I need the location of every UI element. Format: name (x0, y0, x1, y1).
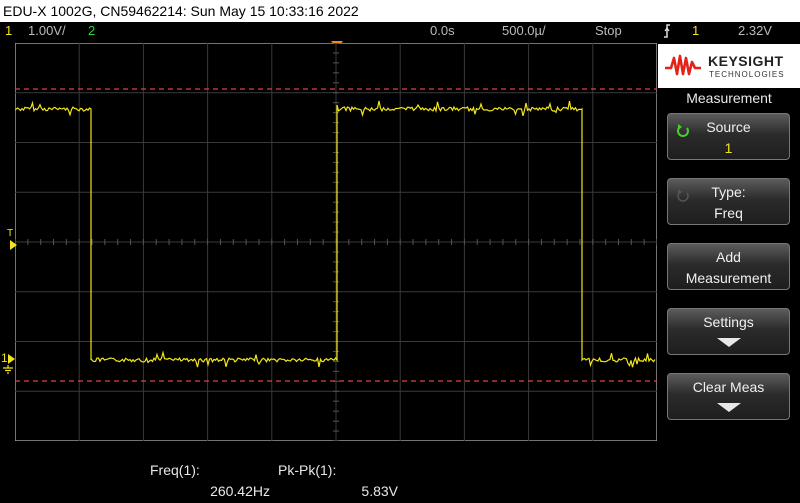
clear-meas-label: Clear Meas (692, 379, 765, 395)
keysight-wave-icon (665, 54, 701, 76)
ground-symbol-icon (3, 365, 13, 374)
trigger-marker-label: T (7, 228, 14, 239)
ground-marker-label: 1 (1, 351, 8, 365)
trigger-channel[interactable]: 1 (692, 22, 699, 40)
trigger-level[interactable]: 2.32V (738, 22, 772, 40)
time-scale[interactable]: 500.0µ/ (502, 22, 546, 40)
type-label: Type: (711, 184, 746, 200)
status-bar: 1 1.00V/ 2 0.0s 500.0µ/ Stop 1 2.32V (0, 22, 800, 40)
measurement-value-pkpk: 5.83V (361, 483, 398, 499)
ground-arrow-icon (8, 354, 15, 364)
time-offset[interactable]: 0.0s (430, 22, 455, 40)
brand-name: KEYSIGHT (708, 53, 784, 69)
source-value: 1 (724, 140, 733, 156)
source-softkey[interactable]: Source 1 (667, 113, 790, 160)
source-label: Source (706, 119, 751, 135)
brand-sub: TECHNOLOGIES (709, 70, 785, 79)
settings-softkey[interactable]: Settings (667, 308, 790, 355)
type-softkey[interactable]: Type: Freq (667, 178, 790, 225)
submenu-down-arrow-icon (716, 403, 741, 412)
run-state[interactable]: Stop (595, 22, 622, 40)
type-value: Freq (714, 205, 743, 221)
measurement-label-pkpk: Pk-Pk(1): (278, 462, 337, 478)
menu-title: Measurement (686, 90, 772, 106)
window-title: EDU-X 1002G, CN59462214: Sun May 15 10:3… (0, 0, 800, 22)
keysight-logo: KEYSIGHT TECHNOLOGIES (658, 44, 800, 88)
channel-1-ground-marker[interactable]: 1 (1, 352, 8, 364)
settings-label: Settings (703, 314, 754, 330)
submenu-down-arrow-icon (716, 338, 741, 347)
trigger-level-marker[interactable]: T (7, 229, 13, 239)
softkey-panel: KEYSIGHT TECHNOLOGIES Measurement Source… (658, 40, 800, 503)
measurement-value-freq: 260.42Hz (210, 483, 270, 499)
channel-1-scale[interactable]: 1.00V/ (28, 22, 66, 40)
channel-1-number[interactable]: 1 (5, 22, 12, 40)
trigger-level-arrow-icon (10, 240, 17, 250)
add-label-2: Measurement (685, 270, 772, 286)
measurement-label-freq: Freq(1): (150, 462, 200, 478)
waveform-display[interactable] (15, 43, 657, 441)
add-label-1: Add (716, 249, 741, 265)
channel-2-number[interactable]: 2 (88, 22, 95, 40)
add-measurement-softkey[interactable]: Add Measurement (667, 243, 790, 290)
clear-meas-softkey[interactable]: Clear Meas (667, 373, 790, 420)
